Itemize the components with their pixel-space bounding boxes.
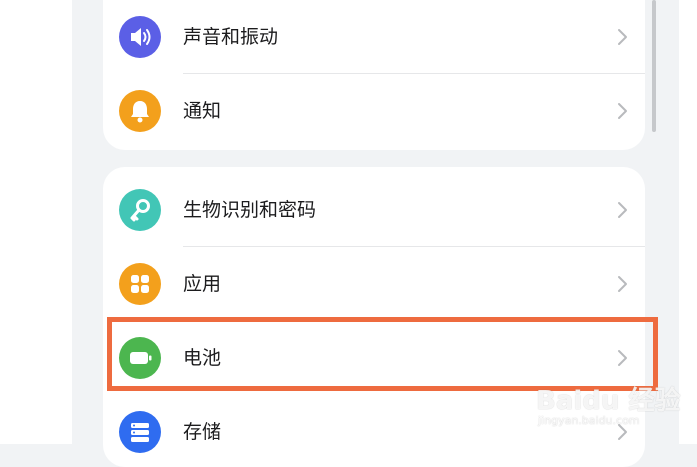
storage-icon: [119, 411, 161, 453]
settings-item-label: 通知: [183, 100, 222, 122]
settings-item-label: 应用: [183, 273, 222, 295]
chevron-right-icon: [618, 202, 627, 218]
chevron-right-icon: [618, 29, 627, 45]
baidu-jingyan-watermark: Baidu 经验 jingyan.baidu.com: [536, 380, 686, 442]
key-icon: [119, 189, 161, 231]
chevron-right-icon: [618, 276, 627, 292]
settings-card-sound-notifications: 声音和振动 通知: [103, 0, 645, 150]
watermark-url-text: jingyan.baidu.com: [538, 414, 640, 427]
bell-icon: [119, 90, 161, 132]
settings-item-label: 生物识别和密码: [183, 199, 317, 221]
right-margin: [679, 0, 697, 444]
settings-item-notifications[interactable]: 通知: [103, 74, 645, 148]
settings-item-label: 声音和振动: [183, 26, 279, 48]
apps-grid-icon: [119, 263, 161, 305]
chevron-right-icon: [618, 103, 627, 119]
settings-item-apps[interactable]: 应用: [103, 247, 645, 321]
settings-item-biometrics-password[interactable]: 生物识别和密码: [103, 173, 645, 247]
speaker-icon: [119, 16, 161, 58]
settings-item-sound-vibration[interactable]: 声音和振动: [103, 0, 645, 74]
left-margin: [0, 0, 72, 444]
scrollbar[interactable]: [652, 0, 656, 132]
watermark-logo-text: Baidu 经验: [536, 386, 681, 416]
settings-item-label: 存储: [183, 421, 222, 443]
